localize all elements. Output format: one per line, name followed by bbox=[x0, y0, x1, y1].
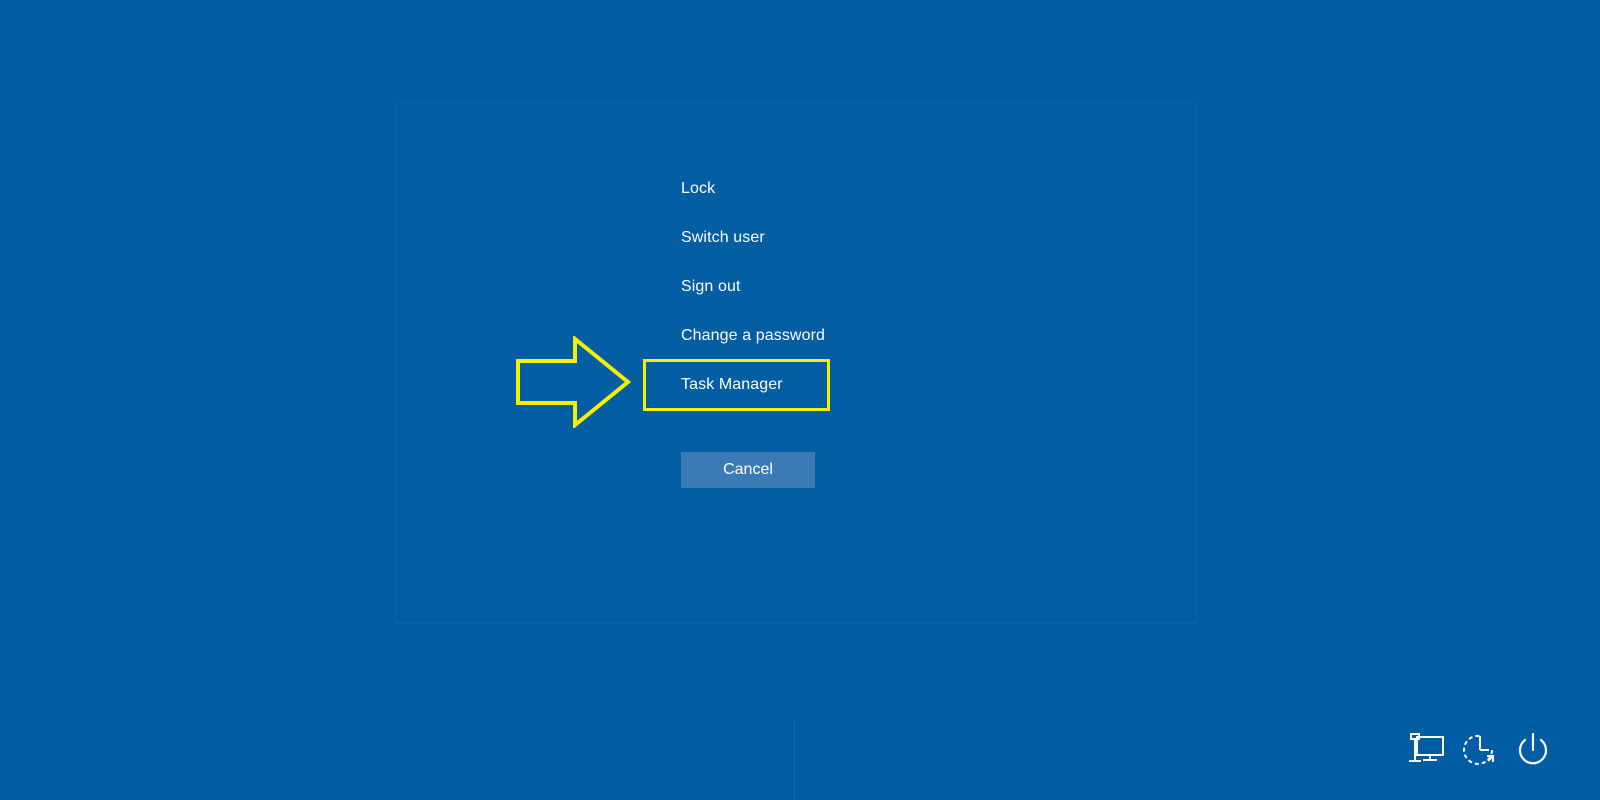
security-options-screen: Lock Switch user Sign out Change a passw… bbox=[0, 0, 1600, 800]
network-icon[interactable] bbox=[1405, 728, 1449, 772]
lock-option[interactable]: Lock bbox=[681, 176, 921, 225]
pointer-arrow-icon bbox=[516, 336, 632, 428]
sign-out-option[interactable]: Sign out bbox=[681, 274, 921, 323]
divider bbox=[794, 720, 795, 800]
system-tray bbox=[1405, 728, 1585, 774]
ease-of-access-icon[interactable] bbox=[1458, 728, 1502, 772]
power-icon[interactable] bbox=[1511, 728, 1555, 772]
cancel-button[interactable]: Cancel bbox=[681, 452, 815, 488]
highlight-box bbox=[643, 359, 830, 411]
switch-user-option[interactable]: Switch user bbox=[681, 225, 921, 274]
